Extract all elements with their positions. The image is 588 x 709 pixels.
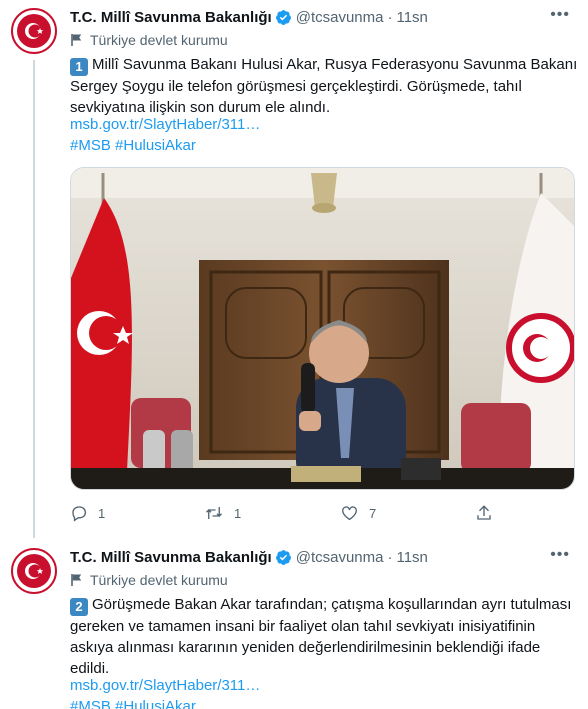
flag-icon	[71, 574, 82, 586]
thread-line	[33, 60, 35, 538]
like-button[interactable]: 7	[340, 504, 376, 522]
reply-count: 1	[98, 505, 106, 521]
share-icon	[477, 505, 491, 520]
like-icon	[342, 506, 357, 521]
author-name[interactable]: T.C. Millî Savunma Bakanlığı	[70, 549, 272, 566]
retweet-button[interactable]: 1	[204, 504, 241, 522]
share-button[interactable]	[475, 504, 503, 522]
avatar[interactable]	[11, 548, 57, 594]
ministry-logo-icon	[17, 14, 51, 48]
retweet-icon	[206, 507, 222, 519]
timestamp[interactable]: 11sn	[396, 9, 427, 26]
verified-icon	[275, 9, 291, 25]
verified-icon	[275, 549, 291, 565]
separator: ·	[387, 548, 393, 566]
tweet-text-content: Görüşmede Bakan Akar tarafından; çatışma…	[70, 596, 572, 677]
author-handle[interactable]: @tcsavunma	[296, 549, 384, 566]
account-label: Türkiye devlet kurumu	[70, 570, 228, 590]
tweet-text-content: Millî Savunma Bakanı Hulusi Akar, Rusya …	[70, 56, 578, 116]
number-badge: 2	[70, 598, 88, 616]
tweet-hashtags[interactable]: #MSB #HulusiAkar	[70, 137, 196, 154]
flag-icon	[71, 34, 82, 46]
photo-scene	[71, 168, 574, 489]
retweet-count: 1	[234, 505, 242, 521]
account-label-text: Türkiye devlet kurumu	[90, 32, 228, 48]
more-icon[interactable]: •••	[550, 6, 570, 24]
tweet-hashtags[interactable]: #MSB #HulusiAkar	[70, 698, 196, 709]
account-label-text: Türkiye devlet kurumu	[90, 572, 228, 588]
reply-button[interactable]: 1	[70, 504, 105, 522]
tweet-actions: 1 1 7	[70, 504, 491, 526]
reply-icon	[72, 506, 87, 522]
tweet-header: T.C. Millî Savunma Bakanlığı @tcsavunma …	[70, 6, 578, 28]
author-name[interactable]: T.C. Millî Savunma Bakanlığı	[70, 9, 272, 26]
author-handle[interactable]: @tcsavunma	[296, 9, 384, 26]
avatar[interactable]	[11, 8, 57, 54]
number-badge: 1	[70, 58, 88, 76]
more-icon[interactable]: •••	[550, 546, 570, 564]
account-label: Türkiye devlet kurumu	[70, 30, 228, 50]
tweet-link[interactable]: msb.gov.tr/SlaytHaber/311…	[70, 116, 260, 133]
tweet-header: T.C. Millî Savunma Bakanlığı @tcsavunma …	[70, 546, 578, 568]
tweet-link[interactable]: msb.gov.tr/SlaytHaber/311…	[70, 677, 260, 694]
timestamp[interactable]: 11sn	[396, 549, 427, 566]
tweet-text: 2 Görüşmede Bakan Akar tarafından; çatışm…	[70, 594, 578, 679]
tweet-text: 1 Millî Savunma Bakanı Hulusi Akar, Rusya…	[70, 54, 578, 118]
ministry-logo-icon	[17, 554, 51, 588]
tweet-photo[interactable]	[70, 167, 575, 490]
separator: ·	[387, 8, 393, 26]
like-count: 7	[369, 505, 377, 521]
